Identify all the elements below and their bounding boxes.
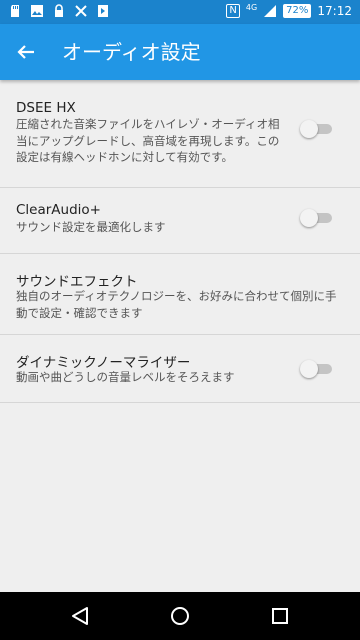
- app-bar: オーディオ設定: [0, 24, 360, 80]
- triangle-back-icon[interactable]: [68, 604, 92, 628]
- status-icons: N 4G 72% 17:12: [226, 4, 352, 18]
- notification-icons: [8, 4, 110, 18]
- sony-select-icon: [98, 5, 108, 17]
- network-type-label: 4G: [245, 3, 258, 12]
- setting-dynamic-normalizer[interactable]: ダイナミックノーマライザー 動画や曲どうしの音量レベルをそろえます: [0, 335, 360, 403]
- setting-description: 圧縮された音楽ファイルをハイレゾ・オーディオ相当にアップグレードし、高音域を再現…: [16, 117, 280, 164]
- sd-card-icon: [11, 5, 19, 17]
- dynamic-normalizer-toggle[interactable]: [300, 359, 334, 379]
- lock-icon: [55, 4, 63, 17]
- tools-icon: [75, 5, 87, 17]
- clock: 17:12: [317, 4, 352, 18]
- navigation-bar: [0, 592, 360, 640]
- battery-indicator: 72%: [283, 4, 312, 18]
- setting-dsee-hx[interactable]: DSEE HX 圧縮された音楽ファイルをハイレゾ・オーディオ相当にアップグレード…: [0, 80, 360, 188]
- setting-description: 独自のオーディオテクノロジーを、お好みに合わせて個別に手動で設定・確認できます: [16, 289, 337, 320]
- setting-title: DSEE HX: [16, 100, 76, 116]
- setting-title: サウンドエフェクト: [16, 274, 138, 290]
- setting-title: ダイナミックノーマライザー: [16, 355, 191, 371]
- arrow-left-icon[interactable]: [12, 38, 40, 66]
- settings-list: DSEE HX 圧縮された音楽ファイルをハイレゾ・オーディオ相当にアップグレード…: [0, 80, 360, 403]
- page-title: オーディオ設定: [62, 40, 201, 64]
- status-bar: N 4G 72% 17:12: [0, 0, 360, 24]
- square-recents-icon[interactable]: [268, 604, 292, 628]
- circle-home-icon[interactable]: [168, 604, 192, 628]
- setting-description: 動画や曲どうしの音量レベルをそろえます: [16, 370, 235, 384]
- signal-icon: [264, 5, 277, 17]
- setting-sound-effect[interactable]: サウンドエフェクト 独自のオーディオテクノロジーを、お好みに合わせて個別に手動で…: [0, 254, 360, 335]
- setting-clearaudio[interactable]: ClearAudio+ サウンド設定を最適化します: [0, 188, 360, 254]
- setting-description: サウンド設定を最適化します: [16, 220, 166, 234]
- clearaudio-toggle[interactable]: [300, 208, 334, 228]
- nfc-icon: N: [226, 4, 240, 18]
- dsee-hx-toggle[interactable]: [300, 119, 334, 139]
- image-icon: [31, 5, 43, 17]
- setting-title: ClearAudio+: [16, 202, 101, 218]
